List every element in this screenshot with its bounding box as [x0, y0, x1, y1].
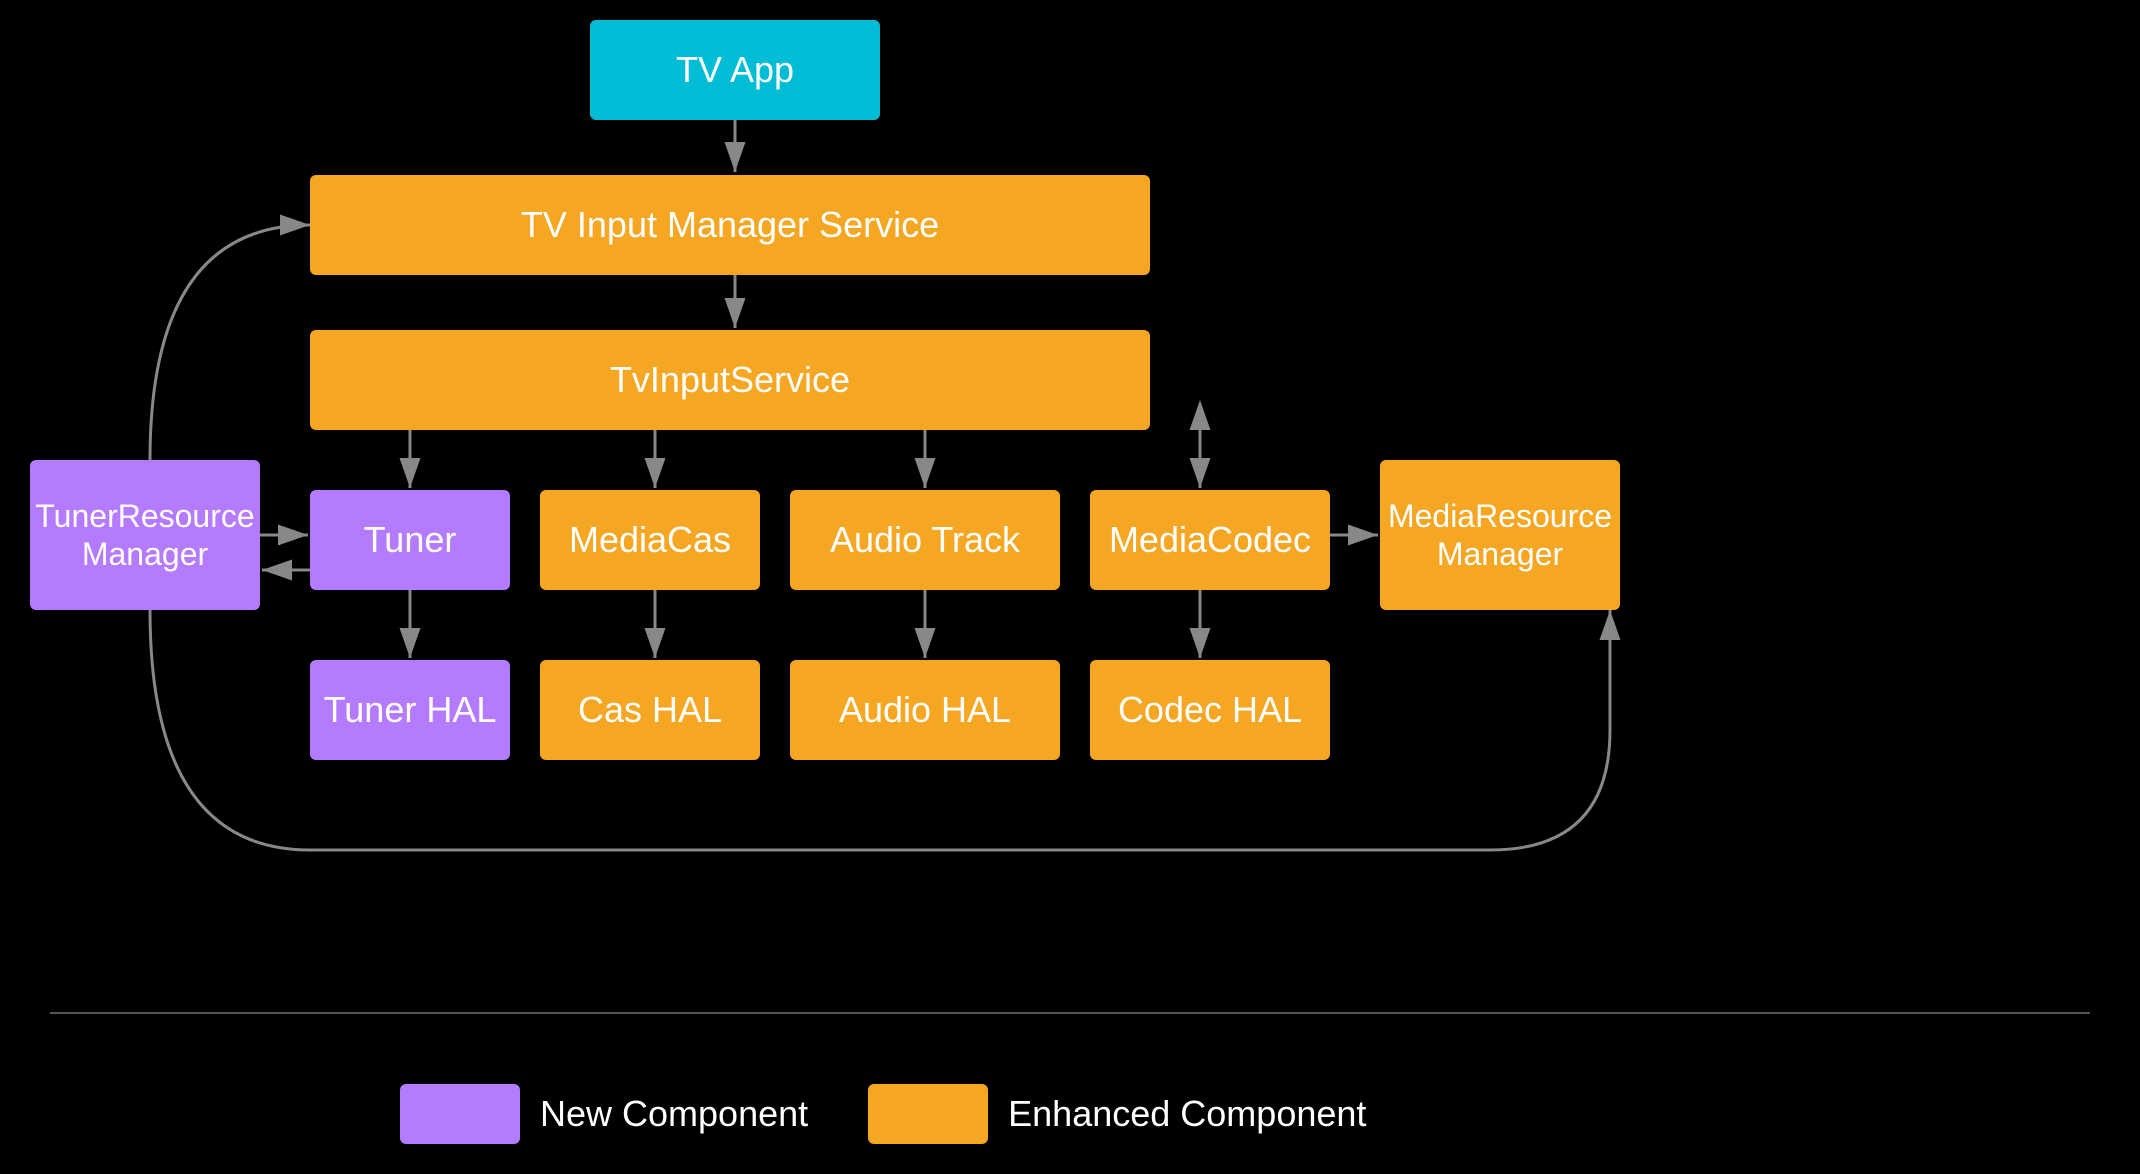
tv-app-box: TV App — [590, 20, 880, 120]
tv-input-manager-box: TV Input Manager Service — [310, 175, 1150, 275]
media-codec-box: MediaCodec — [1090, 490, 1330, 590]
media-resource-manager-box: MediaResourceManager — [1380, 460, 1620, 610]
audio-track-box: Audio Track — [790, 490, 1060, 590]
media-cas-box: MediaCas — [540, 490, 760, 590]
codec-hal-box: Codec HAL — [1090, 660, 1330, 760]
tuner-box: Tuner — [310, 490, 510, 590]
cas-hal-box: Cas HAL — [540, 660, 760, 760]
divider — [50, 1012, 2090, 1014]
tuner-hal-box: Tuner HAL — [310, 660, 510, 760]
legend-enhanced-component-label: Enhanced Component — [1008, 1093, 1366, 1135]
legend-new-component-label: New Component — [540, 1093, 808, 1135]
tv-input-service-box: TvInputService — [310, 330, 1150, 430]
legend-new-component-box — [400, 1084, 520, 1144]
legend-enhanced-component: Enhanced Component — [868, 1084, 1366, 1144]
legend-enhanced-component-box — [868, 1084, 988, 1144]
legend-new-component: New Component — [400, 1084, 808, 1144]
legend: New Component Enhanced Component — [400, 1084, 1366, 1144]
tuner-resource-manager-box: TunerResourceManager — [30, 460, 260, 610]
diagram-container: TV App TV Input Manager Service TvInputS… — [0, 0, 2140, 1174]
audio-hal-box: Audio HAL — [790, 660, 1060, 760]
